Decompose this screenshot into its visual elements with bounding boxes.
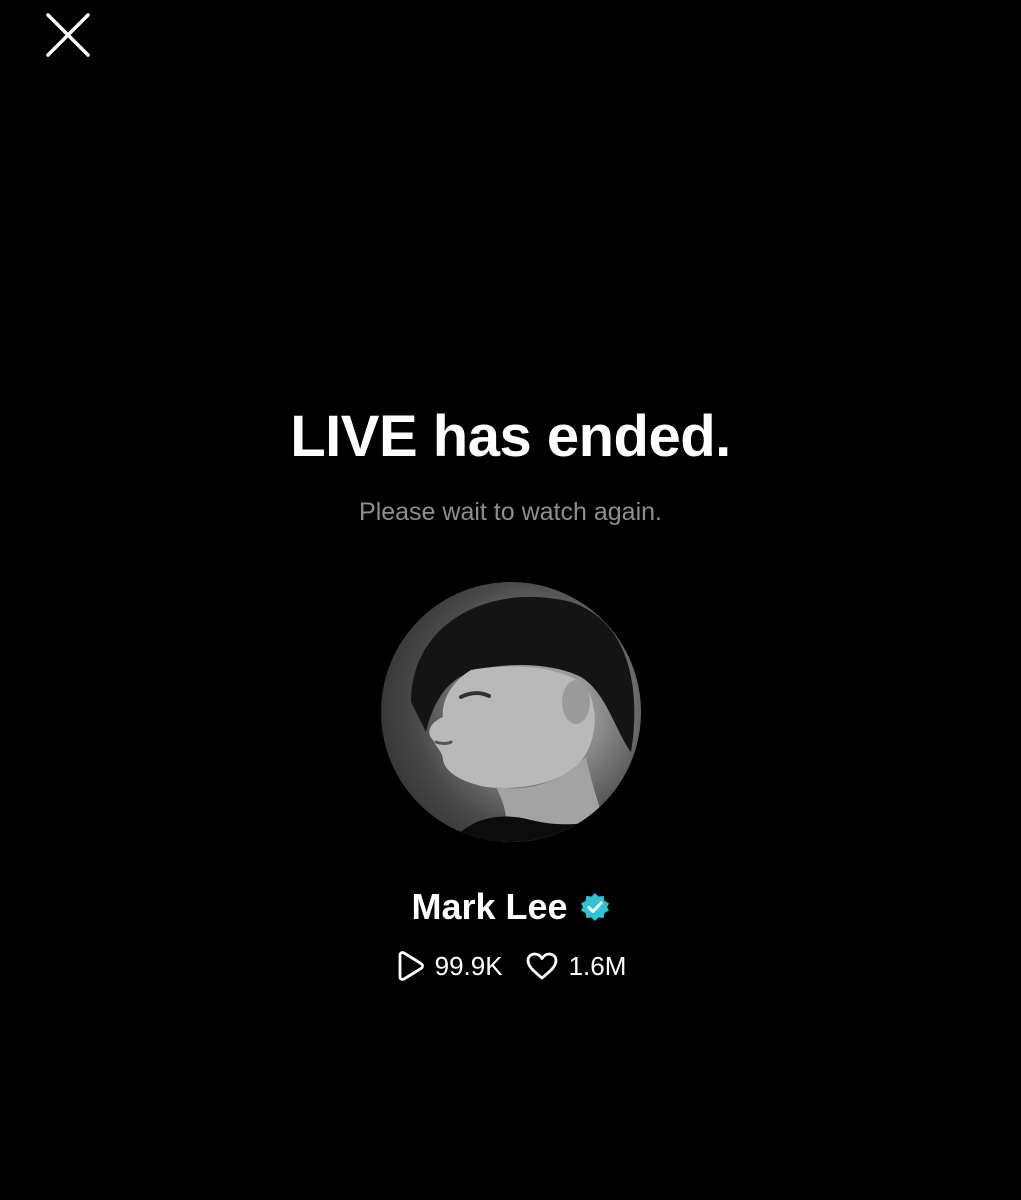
close-icon <box>46 13 90 57</box>
plays-stat: 99.9K <box>395 950 503 982</box>
profile-name: Mark Lee <box>411 886 568 927</box>
heart-icon <box>526 952 557 980</box>
likes-count: 1.6M <box>568 950 627 981</box>
avatar[interactable] <box>381 582 641 842</box>
plays-count: 99.9K <box>434 950 503 981</box>
page-subtitle: Please wait to watch again. <box>359 498 662 526</box>
verified-badge-icon <box>580 892 610 922</box>
likes-stat: 1.6M <box>525 950 627 982</box>
profile-stats: 99.9K 1.6M <box>0 950 1021 982</box>
profile-name-row[interactable]: Mark Lee <box>0 884 1021 930</box>
page-title: LIVE has ended. <box>290 404 731 469</box>
avatar-photo <box>411 596 641 842</box>
play-icon <box>398 951 424 981</box>
close-button[interactable] <box>40 7 96 63</box>
